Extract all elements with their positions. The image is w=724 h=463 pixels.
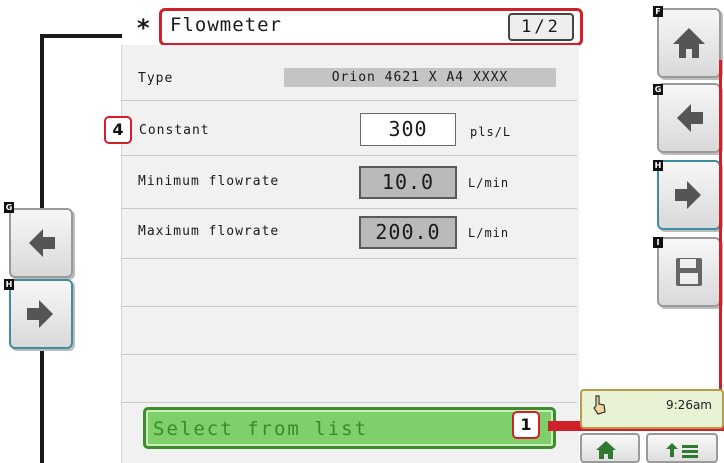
bracket-line-horizontal bbox=[40, 34, 122, 38]
required-marker: * bbox=[137, 14, 150, 42]
row-divider bbox=[121, 306, 577, 307]
callout-badge-1: 1 bbox=[512, 411, 540, 439]
arrow-right-icon bbox=[675, 181, 701, 209]
home-icon bbox=[596, 441, 616, 459]
floppy-disk-icon bbox=[676, 258, 702, 286]
key-tag-i: I bbox=[653, 237, 663, 248]
back-button[interactable] bbox=[657, 83, 721, 153]
clock-time: 9:26am bbox=[666, 398, 712, 412]
constant-input[interactable]: 300 bbox=[360, 113, 456, 146]
home-mini-button[interactable] bbox=[580, 433, 640, 463]
back-button-left[interactable] bbox=[9, 208, 73, 278]
callout-line-right bbox=[719, 60, 722, 420]
hand-pointer-icon bbox=[590, 394, 608, 420]
key-tag-g-left: G bbox=[4, 202, 14, 213]
type-value: Orion 4621 X A4 XXXX bbox=[284, 68, 556, 87]
constant-unit: pls/L bbox=[470, 125, 512, 139]
max-flowrate-unit: L/min bbox=[468, 226, 510, 240]
home-icon bbox=[673, 28, 705, 58]
arrow-left-icon bbox=[677, 104, 703, 132]
min-flowrate-unit: L/min bbox=[468, 176, 510, 190]
row-divider bbox=[121, 155, 577, 156]
min-flowrate-label: Minimum flowrate bbox=[138, 174, 280, 189]
callout-badge-4: 4 bbox=[104, 116, 132, 144]
max-flowrate-field: 200.0 bbox=[359, 216, 457, 249]
row-divider bbox=[121, 208, 577, 209]
page-indicator[interactable]: 1/2 bbox=[508, 13, 574, 41]
save-button[interactable] bbox=[657, 237, 721, 307]
key-tag-f: F bbox=[653, 6, 663, 17]
forward-button[interactable] bbox=[657, 160, 721, 230]
max-flowrate-label: Maximum flowrate bbox=[138, 224, 280, 239]
constant-label: Constant bbox=[139, 123, 210, 138]
row-divider bbox=[121, 354, 577, 355]
arrow-left-icon bbox=[29, 229, 55, 257]
menu-mini-button[interactable] bbox=[646, 433, 718, 463]
row-divider bbox=[121, 402, 577, 403]
menu-arrow-icon bbox=[666, 443, 698, 458]
key-tag-h: H bbox=[653, 160, 663, 171]
key-tag-h-left: H bbox=[4, 279, 14, 290]
row-divider bbox=[121, 100, 577, 101]
page-title: Flowmeter bbox=[170, 14, 282, 36]
key-tag-g: G bbox=[653, 84, 663, 95]
settings-panel bbox=[121, 45, 579, 463]
row-divider bbox=[121, 258, 577, 259]
forward-button-left[interactable] bbox=[9, 279, 73, 349]
type-label: Type bbox=[138, 71, 174, 86]
home-button[interactable] bbox=[657, 8, 721, 78]
select-from-list-label: Select from list bbox=[153, 418, 369, 440]
min-flowrate-field: 10.0 bbox=[359, 166, 457, 199]
arrow-right-icon bbox=[27, 300, 53, 328]
